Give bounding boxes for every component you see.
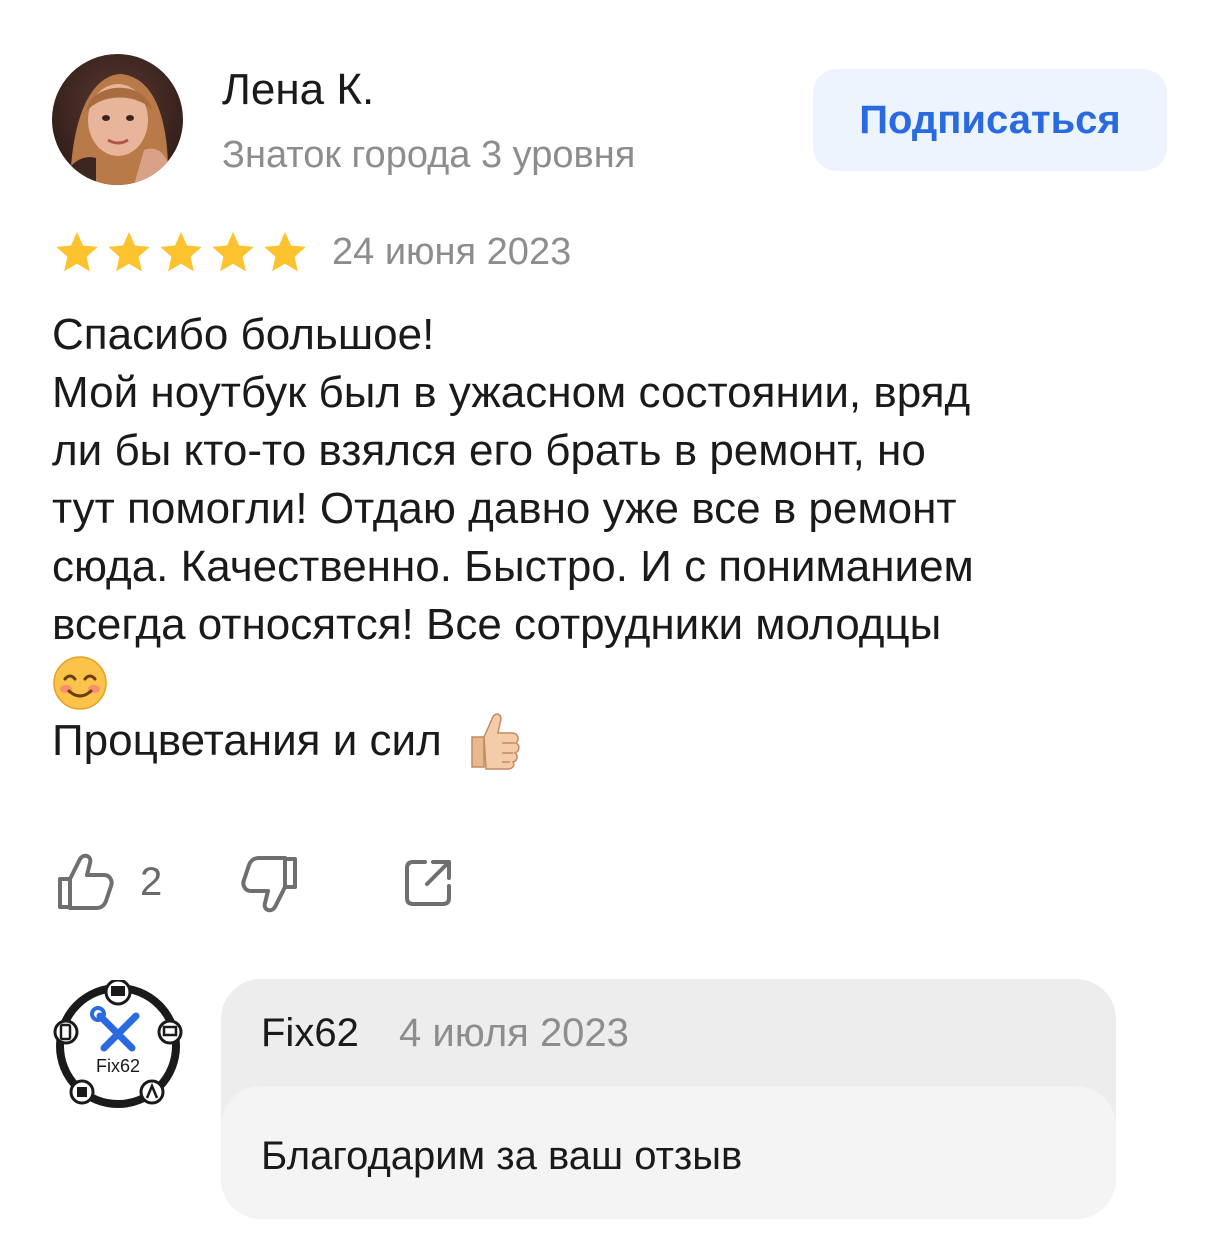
thumbs-up-icon xyxy=(58,853,114,910)
star-icon xyxy=(160,231,202,272)
like-count: 2 xyxy=(140,859,163,904)
star-rating xyxy=(54,226,314,278)
share-button[interactable] xyxy=(401,855,455,911)
review-line: ли бы кто-то взялся его брать в ремонт, … xyxy=(52,426,926,475)
review-line: Спасибо большое! xyxy=(52,310,435,359)
star-icon xyxy=(264,231,306,272)
star-icon xyxy=(56,231,98,272)
smiling-face-emoji-icon xyxy=(53,656,107,711)
reviewer-level: Знаток города 3 уровня xyxy=(222,134,636,176)
star-icon xyxy=(108,231,150,272)
star-icon xyxy=(212,231,254,272)
review-line: Мой ноутбук был в ужасном состоянии, вря… xyxy=(52,368,971,417)
review-line: сюда. Качественно. Быстро. И с понимание… xyxy=(52,542,974,591)
reviewer-avatar[interactable] xyxy=(52,54,183,185)
dislike-button[interactable] xyxy=(239,852,301,916)
review-line: тут помогли! Отдаю давно уже все в ремон… xyxy=(52,484,957,533)
reply-date: 4 июля 2023 xyxy=(399,1011,629,1055)
owner-reply: Fix62 4 июля 2023 Благодарим за ваш отзы… xyxy=(221,979,1116,1219)
reply-text: Благодарим за ваш отзыв xyxy=(261,1134,743,1178)
company-logo[interactable]: Fix62 xyxy=(52,978,184,1112)
reviewer-name[interactable]: Лена К. xyxy=(222,64,374,116)
subscribe-button[interactable]: Подписаться xyxy=(813,69,1167,171)
company-logo-text: Fix62 xyxy=(96,1056,140,1076)
reply-author[interactable]: Fix62 xyxy=(261,1009,359,1057)
reply-body: Благодарим за ваш отзыв xyxy=(221,1086,1116,1219)
like-button[interactable]: 2 xyxy=(54,850,162,914)
review-line-closing: Процветания и сил xyxy=(52,716,442,765)
review-text: Спасибо большое! Мой ноутбук был в ужасн… xyxy=(52,306,1182,771)
review-line: Процветания и сил xyxy=(52,712,1182,771)
thumbs-down-icon xyxy=(241,856,297,913)
review-line: всегда относятся! Все сотрудники молодцы xyxy=(52,600,942,649)
smiling-emoji-line: ☺️ xyxy=(52,654,1182,712)
thumbs-up-emoji-icon xyxy=(471,713,520,771)
share-icon xyxy=(405,860,451,906)
review-date: 24 июня 2023 xyxy=(332,231,572,273)
